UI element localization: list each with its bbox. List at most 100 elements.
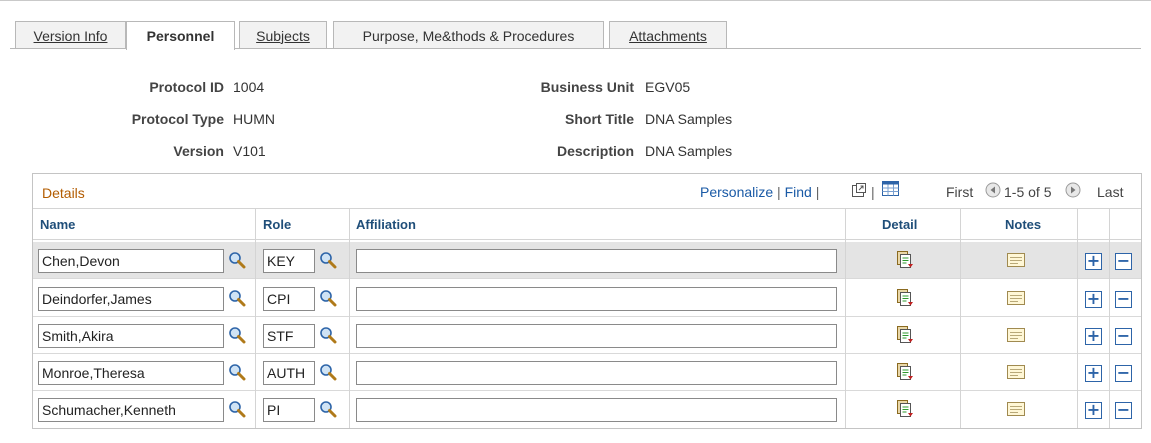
add-row-button[interactable]: + [1085, 365, 1102, 382]
view-all-icon[interactable] [851, 182, 867, 198]
delete-row-button[interactable]: − [1115, 291, 1132, 308]
affiliation-field[interactable] [356, 324, 837, 348]
role-lookup-icon[interactable] [319, 363, 337, 381]
row-range: 1-5 of 5 [1004, 184, 1052, 200]
protocol-type-label: Protocol Type [131, 111, 224, 127]
tab-attachments[interactable]: Attachments [609, 21, 727, 49]
table-row: Chen,Devon KEY + − [33, 242, 1141, 279]
role-field[interactable]: AUTH [263, 361, 315, 385]
role-lookup-icon[interactable] [319, 400, 337, 418]
name-lookup-icon[interactable] [228, 363, 246, 381]
name-lookup-icon[interactable] [228, 326, 246, 344]
find-link[interactable]: Find [785, 184, 812, 200]
name-field[interactable]: Smith,Akira [38, 324, 224, 348]
protocol-id-value: 1004 [233, 79, 265, 95]
affiliation-field[interactable] [356, 249, 837, 273]
notes-icon[interactable] [1006, 364, 1026, 380]
short-title-value: DNA Samples [645, 111, 733, 127]
short-title-label: Short Title [565, 111, 634, 127]
add-row-button[interactable]: + [1085, 328, 1102, 345]
add-row-button[interactable]: + [1085, 253, 1102, 270]
tab-personnel-label: Personnel [146, 28, 215, 44]
tab-bar: Version Info Personnel Subjects Purpose,… [0, 0, 1151, 50]
col-header-role[interactable]: Role [263, 217, 291, 232]
role-lookup-icon[interactable] [319, 289, 337, 307]
tab-version-info-label: Version Info [33, 27, 108, 44]
role-field[interactable]: CPI [263, 287, 315, 311]
column-divider [1109, 208, 1110, 428]
toolbar-separator: | [777, 184, 785, 200]
column-divider [1077, 208, 1078, 428]
role-field[interactable]: PI [263, 398, 315, 422]
version-value: V101 [233, 143, 266, 159]
tab-subjects-label: Subjects [256, 27, 310, 44]
table-row: Smith,Akira STF + − [33, 317, 1141, 354]
toolbar-separator: | [871, 184, 875, 200]
personalize-link[interactable]: Personalize [700, 184, 773, 200]
next-arrow-icon[interactable] [1065, 182, 1081, 198]
last-label: Last [1097, 184, 1124, 200]
detail-document-icon[interactable] [895, 250, 915, 270]
name-lookup-icon[interactable] [228, 400, 246, 418]
version-label: Version [173, 143, 224, 159]
affiliation-field[interactable] [356, 287, 837, 311]
add-row-button[interactable]: + [1085, 402, 1102, 419]
table-row: Monroe,Theresa AUTH + − [33, 354, 1141, 391]
business-unit-value: EGV05 [645, 79, 691, 95]
table-row: Schumacher,Kenneth PI + − [33, 391, 1141, 428]
column-divider [255, 208, 256, 428]
detail-document-icon[interactable] [895, 362, 915, 382]
col-header-name[interactable]: Name [40, 217, 75, 232]
tab-personnel[interactable]: Personnel [126, 21, 235, 50]
tab-attachments-label: Attachments [629, 27, 707, 44]
name-lookup-icon[interactable] [228, 251, 246, 269]
role-field[interactable]: KEY [263, 249, 315, 273]
name-field[interactable]: Schumacher,Kenneth [38, 398, 224, 422]
details-grid: Details Personalize | Find | | First 1-5… [32, 173, 1142, 429]
previous-arrow-icon[interactable] [985, 182, 1001, 198]
description-value: DNA Samples [645, 143, 733, 159]
affiliation-field[interactable] [356, 361, 837, 385]
table-row: Deindorfer,James CPI + − [33, 280, 1141, 317]
delete-row-button[interactable]: − [1115, 328, 1132, 345]
detail-document-icon[interactable] [895, 399, 915, 419]
tab-purpose-methods-procedures[interactable]: Purpose, Me&thods & Procedures [333, 21, 604, 49]
name-field[interactable]: Monroe,Theresa [38, 361, 224, 385]
tab-purpose-label: Purpose, Me&thods & Procedures [362, 27, 575, 44]
column-divider [960, 208, 961, 428]
col-header-affiliation[interactable]: Affiliation [356, 217, 416, 232]
protocol-type-value: HUMN [233, 111, 275, 127]
column-divider [349, 208, 350, 428]
notes-icon[interactable] [1006, 252, 1026, 268]
first-label: First [946, 184, 974, 200]
add-row-button[interactable]: + [1085, 291, 1102, 308]
role-lookup-icon[interactable] [319, 251, 337, 269]
col-header-notes: Notes [1005, 217, 1042, 232]
delete-row-button[interactable]: − [1115, 365, 1132, 382]
delete-row-button[interactable]: − [1115, 253, 1132, 270]
notes-icon[interactable] [1006, 290, 1026, 306]
affiliation-field[interactable] [356, 398, 837, 422]
column-divider [845, 208, 846, 428]
spreadsheet-icon[interactable] [882, 181, 899, 197]
notes-icon[interactable] [1006, 327, 1026, 343]
name-field[interactable]: Deindorfer,James [38, 287, 224, 311]
grid-title: Details [42, 185, 85, 201]
grid-header-row: Name Role Affiliation Detail Notes [33, 208, 1141, 240]
protocol-id-label: Protocol ID [149, 79, 224, 95]
detail-document-icon[interactable] [895, 288, 915, 308]
tab-version-info[interactable]: Version Info [15, 21, 126, 49]
detail-document-icon[interactable] [895, 325, 915, 345]
role-lookup-icon[interactable] [319, 326, 337, 344]
name-lookup-icon[interactable] [228, 289, 246, 307]
description-label: Description [556, 143, 634, 159]
delete-row-button[interactable]: − [1115, 402, 1132, 419]
business-unit-label: Business Unit [540, 79, 634, 95]
role-field[interactable]: STF [263, 324, 315, 348]
grid-toolbar: Personalize | Find | [700, 184, 819, 200]
tab-subjects[interactable]: Subjects [239, 21, 327, 49]
toolbar-separator: | [815, 184, 820, 200]
name-field[interactable]: Chen,Devon [38, 249, 224, 273]
col-header-detail: Detail [882, 217, 918, 232]
notes-icon[interactable] [1006, 401, 1026, 417]
